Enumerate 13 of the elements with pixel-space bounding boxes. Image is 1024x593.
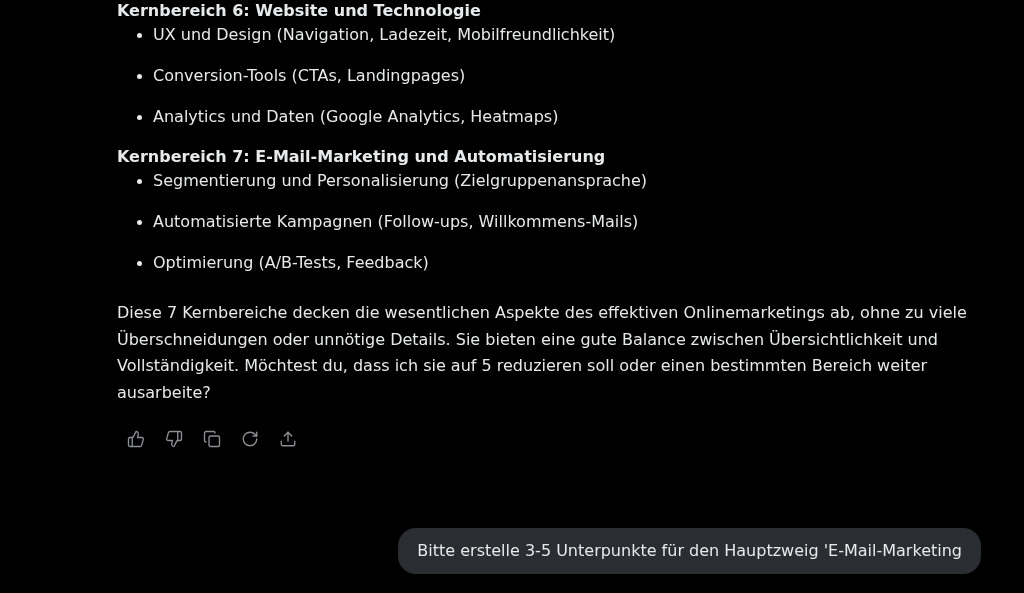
user-message: Bitte erstelle 3-5 Unterpunkte für den Hauptzweig 'E-Mail-Marketing xyxy=(398,528,981,574)
summary-paragraph: Diese 7 Kernbereiche decken die wesentlichen Aspekte des effektiven Onlinemarketings ab, ohne zu viele Überschneidungen oder unnötige Details. Sie bieten eine gute Balance zwischen Übersichtlichkeit und Vollständigkeit. Möchtest du, dass ich sie auf 5 reduzieren soll oder einen bestimmten Bereich weiter ausarbeite? xyxy=(117,302,967,404)
list-item: Segmentierung und Personalisierung (Zielgruppenansprache) xyxy=(137,170,984,192)
thumbs-down-button[interactable] xyxy=(163,428,185,450)
list-item: Automatisierte Kampagnen (Follow-ups, Willkommens-Mails) xyxy=(137,211,984,233)
list-item: Optimierung (A/B-Tests, Feedback) xyxy=(137,252,984,274)
list-item: Analytics und Daten (Google Analytics, Heatmaps) xyxy=(137,106,984,128)
list-item: Conversion-Tools (CTAs, Landingpages) xyxy=(137,65,984,87)
section-heading: Kernbereich 6: Website und Technologie xyxy=(117,0,482,22)
list-item: UX und Design (Navigation, Ladezeit, Mobilfreundlichkeit) xyxy=(137,24,984,46)
copy-button[interactable] xyxy=(201,428,223,450)
thumbs-up-button[interactable] xyxy=(125,428,147,450)
section-heading: Kernbereich 7: E-Mail-Marketing und Automatisierung xyxy=(117,146,607,168)
